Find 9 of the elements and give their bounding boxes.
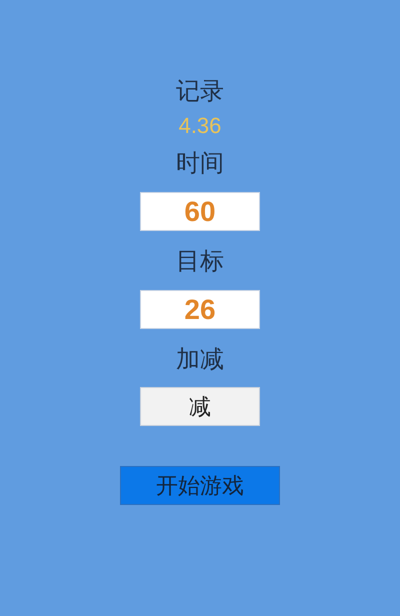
record-value: 4.36 <box>178 112 222 140</box>
mode-button[interactable]: 减 <box>140 387 260 426</box>
record-label: 记录 <box>176 76 224 107</box>
target-label: 目标 <box>176 246 224 277</box>
time-label: 时间 <box>176 148 224 179</box>
start-game-button[interactable]: 开始游戏 <box>120 466 280 505</box>
time-input-field[interactable]: 60 <box>140 192 260 231</box>
target-input-field[interactable]: 26 <box>140 290 260 329</box>
mode-label: 加减 <box>176 344 224 375</box>
